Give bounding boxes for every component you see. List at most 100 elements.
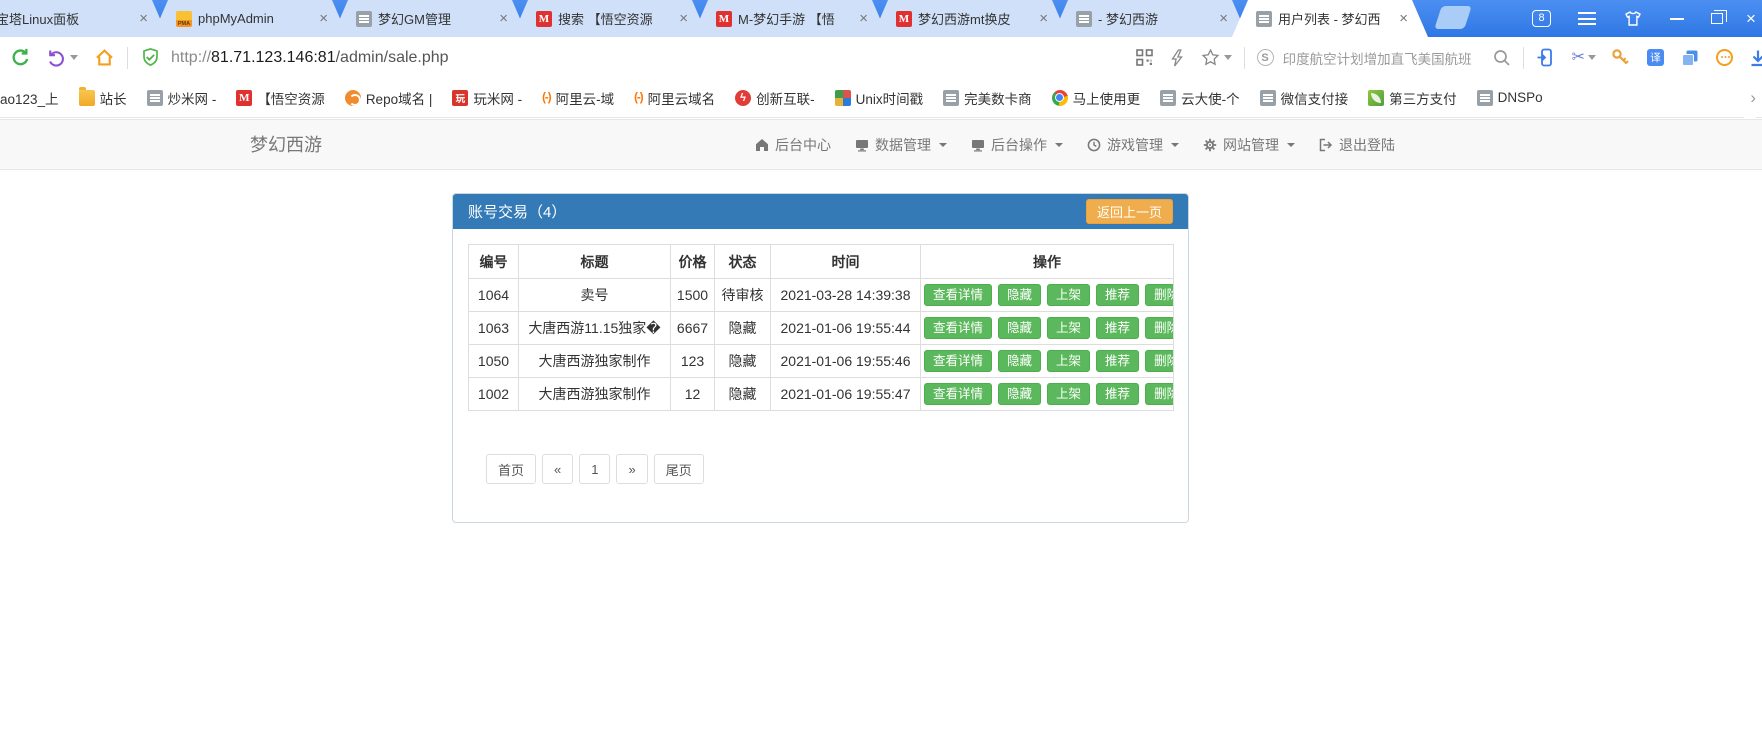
bookmark-item[interactable]: 玩玩米网 - — [452, 88, 522, 108]
close-icon[interactable]: × — [679, 11, 688, 26]
list-button[interactable]: 上架 — [1047, 317, 1090, 340]
recommend-button[interactable]: 推荐 — [1096, 284, 1139, 307]
bookmark-item[interactable]: M【悟空资源 — [236, 88, 325, 108]
favorites-caret-icon[interactable] — [1224, 55, 1232, 60]
nav-item-display-2[interactable]: 后台操作 — [959, 120, 1075, 170]
nav-item-gear-4[interactable]: 网站管理 — [1191, 120, 1307, 170]
key-icon[interactable] — [1611, 48, 1630, 67]
scissors-caret-icon[interactable] — [1588, 55, 1596, 60]
bolt-icon: ϟ — [735, 90, 751, 106]
windows-copy-icon[interactable] — [1681, 49, 1699, 67]
m-red-icon: M — [236, 90, 252, 106]
browser-tab[interactable]: MM-梦幻手游 【悟× — [692, 0, 888, 37]
home-icon[interactable] — [94, 47, 115, 68]
pagination-prev[interactable]: « — [542, 454, 573, 484]
hide-button[interactable]: 隐藏 — [998, 317, 1041, 340]
security-shield-icon[interactable] — [140, 47, 161, 68]
close-icon[interactable]: × — [1746, 10, 1756, 27]
back-button[interactable]: 返回上一页 — [1086, 199, 1173, 224]
bookmark-item[interactable]: 完美数卡商 — [943, 88, 1032, 108]
price-cell: 123 — [671, 345, 715, 378]
bookmark-item[interactable]: ϟ创新互联- — [735, 88, 815, 108]
bookmark-item[interactable]: (-)阿里云-域 — [542, 88, 614, 108]
list-button[interactable]: 上架 — [1047, 383, 1090, 406]
recommend-button[interactable]: 推荐 — [1096, 350, 1139, 373]
search-suggestion-text[interactable]: 印度航空计划增加直飞美国航班 — [1283, 48, 1485, 68]
nav-item-logout-5[interactable]: 退出登陆 — [1307, 120, 1407, 170]
chrome-icon — [1052, 90, 1068, 106]
skin-icon[interactable] — [1623, 10, 1643, 28]
bookmark-item[interactable]: 微信支付接 — [1260, 88, 1349, 108]
nav-item-home-0[interactable]: 后台中心 — [743, 120, 843, 170]
bookmark-item[interactable]: ao123_上 — [0, 88, 59, 108]
scissors-icon[interactable]: ✂ — [1572, 50, 1585, 66]
delete-button[interactable]: 删除 — [1145, 383, 1173, 406]
bookmark-item[interactable]: 第三方支付 — [1368, 88, 1457, 108]
pagination: 首页«1»尾页 — [486, 454, 1173, 484]
bookmark-item[interactable]: (-)阿里云域名 — [634, 88, 715, 108]
list-button[interactable]: 上架 — [1047, 284, 1090, 307]
close-icon[interactable]: × — [859, 11, 868, 26]
nav-item-display-1[interactable]: 数据管理 — [843, 120, 959, 170]
bookmark-item[interactable]: 站长 — [79, 88, 127, 108]
close-icon[interactable]: × — [1399, 11, 1408, 26]
view-details-button[interactable]: 查看详情 — [924, 350, 992, 373]
browser-tab[interactable]: - 梦幻西游× — [1052, 0, 1248, 37]
bookmark-item[interactable]: Repo域名 | — [345, 88, 433, 108]
delete-button[interactable]: 删除 — [1145, 317, 1173, 340]
browser-tab[interactable]: 梦幻GM管理× — [332, 0, 528, 37]
hide-button[interactable]: 隐藏 — [998, 350, 1041, 373]
close-icon[interactable]: × — [319, 11, 328, 26]
browser-tab[interactable]: M搜索 【悟空资源× — [512, 0, 708, 37]
undo-icon[interactable] — [47, 48, 66, 67]
qr-code-icon[interactable] — [1136, 49, 1153, 66]
delete-button[interactable]: 删除 — [1145, 350, 1173, 373]
pagination-page-1[interactable]: 1 — [579, 454, 610, 484]
close-icon[interactable]: × — [499, 11, 508, 26]
pagination-first[interactable]: 首页 — [486, 454, 536, 484]
bookmark-item[interactable]: 马上使用更 — [1052, 88, 1141, 108]
close-icon[interactable]: × — [139, 11, 148, 26]
minimize-icon[interactable] — [1670, 18, 1684, 20]
pagination-next[interactable]: » — [616, 454, 647, 484]
close-icon[interactable]: × — [1039, 11, 1048, 26]
new-tab-button[interactable] — [1434, 6, 1471, 29]
browser-tab[interactable]: PMAphpMyAdmin× — [152, 0, 348, 37]
tab-count-badge[interactable]: 8 — [1532, 10, 1551, 27]
recommend-button[interactable]: 推荐 — [1096, 317, 1139, 340]
more-circle-icon[interactable] — [1716, 49, 1733, 66]
browser-tab[interactable]: M梦幻西游mt换皮× — [872, 0, 1068, 37]
bookmark-item[interactable]: 云大使-个 — [1160, 88, 1240, 108]
restore-icon[interactable] — [1711, 13, 1723, 24]
lightning-icon[interactable] — [1170, 49, 1184, 67]
pagination-last[interactable]: 尾页 — [654, 454, 704, 484]
star-icon[interactable] — [1201, 48, 1220, 67]
bookmark-item[interactable]: DNSPo — [1477, 90, 1543, 106]
site-brand[interactable]: 梦幻西游 — [250, 120, 322, 170]
recommend-button[interactable]: 推荐 — [1096, 383, 1139, 406]
browser-tab[interactable]: 用户列表 - 梦幻西× — [1232, 0, 1428, 37]
menu-icon[interactable] — [1578, 12, 1596, 25]
translate-icon[interactable]: 译 — [1647, 49, 1664, 66]
delete-button[interactable]: 删除 — [1145, 284, 1173, 307]
bookmarks-bar: ao123_上站长炒米网 - M【悟空资源 Repo域名 | 玩玩米网 - (-)阿里云… — [0, 78, 1762, 118]
view-details-button[interactable]: 查看详情 — [924, 383, 992, 406]
search-icon[interactable] — [1493, 49, 1511, 67]
refresh-icon[interactable] — [10, 47, 31, 68]
bookmark-item[interactable]: Unix时间戳 — [835, 88, 924, 108]
hide-button[interactable]: 隐藏 — [998, 284, 1041, 307]
view-details-button[interactable]: 查看详情 — [924, 284, 992, 307]
list-button[interactable]: 上架 — [1047, 350, 1090, 373]
nav-item-clock-3[interactable]: 游戏管理 — [1075, 120, 1191, 170]
browser-tab[interactable]: 宝塔Linux面板× — [0, 0, 168, 37]
close-icon[interactable]: × — [1219, 11, 1228, 26]
url-field[interactable]: http://81.71.123.146:81/admin/sale.php — [171, 49, 449, 67]
undo-dropdown-caret-icon[interactable] — [70, 55, 78, 60]
hide-button[interactable]: 隐藏 — [998, 383, 1041, 406]
send-to-phone-icon[interactable] — [1536, 48, 1555, 67]
view-details-button[interactable]: 查看详情 — [924, 317, 992, 340]
bookmarks-overflow-icon[interactable]: › — [1744, 78, 1756, 118]
download-icon[interactable] — [1749, 49, 1762, 67]
status-cell: 隐藏 — [715, 345, 771, 378]
bookmark-item[interactable]: 炒米网 - — [147, 88, 217, 108]
